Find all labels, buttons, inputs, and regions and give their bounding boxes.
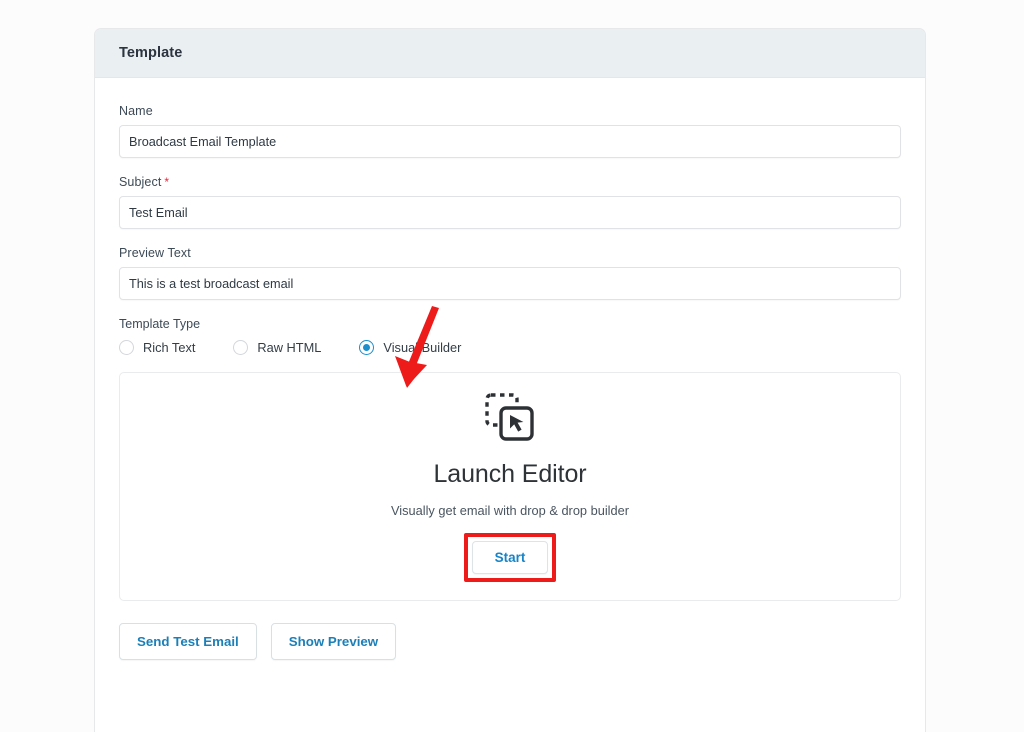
- radio-label-rich-text: Rich Text: [143, 340, 196, 355]
- template-card: Template Name Subject* Preview Text Temp…: [94, 28, 926, 732]
- form-action-row: Send Test Email Show Preview: [119, 623, 901, 660]
- launch-editor-title: Launch Editor: [433, 460, 587, 488]
- template-type-label: Template Type: [119, 317, 201, 331]
- radio-option-raw-html[interactable]: Raw HTML: [233, 340, 321, 355]
- start-button-highlight: Start: [463, 533, 557, 582]
- subject-label-text: Subject: [119, 175, 162, 189]
- subject-label: Subject *: [119, 175, 901, 189]
- field-name: Name: [119, 104, 901, 158]
- radio-option-rich-text[interactable]: Rich Text: [119, 340, 195, 355]
- send-test-email-button[interactable]: Send Test Email: [119, 623, 257, 660]
- required-asterisk-icon: *: [164, 175, 170, 189]
- radio-label-raw-html: Raw HTML: [257, 340, 322, 355]
- drag-drop-cursor-icon: [481, 391, 539, 450]
- field-subject: Subject *: [119, 175, 901, 229]
- launch-editor-panel: Launch Editor Visually get email with dr…: [119, 372, 901, 601]
- name-label: Name: [119, 104, 153, 118]
- start-button[interactable]: Start: [471, 541, 549, 574]
- page-title: Template: [119, 45, 183, 61]
- preview-text-label: Preview Text: [119, 246, 191, 260]
- card-header: Template: [95, 29, 925, 78]
- radio-label-visual-builder: Visual Builder: [383, 340, 462, 355]
- launch-editor-subtitle: Visually get email with drop & drop buil…: [390, 503, 630, 518]
- field-preview-text: Preview Text: [119, 246, 901, 300]
- radio-circle-icon[interactable]: [119, 340, 134, 355]
- radio-option-visual-builder[interactable]: Visual Builder: [359, 340, 461, 355]
- name-input[interactable]: [119, 125, 901, 158]
- radio-circle-selected-icon[interactable]: [359, 340, 375, 355]
- subject-input[interactable]: [119, 196, 901, 229]
- template-type-radio-group: Rich Text Raw HTML Visual Builder: [119, 340, 901, 355]
- show-preview-button[interactable]: Show Preview: [270, 623, 397, 660]
- card-body: Name Subject* Preview Text Template Type…: [95, 78, 925, 660]
- preview-text-input[interactable]: [119, 267, 901, 300]
- radio-circle-icon[interactable]: [233, 340, 249, 355]
